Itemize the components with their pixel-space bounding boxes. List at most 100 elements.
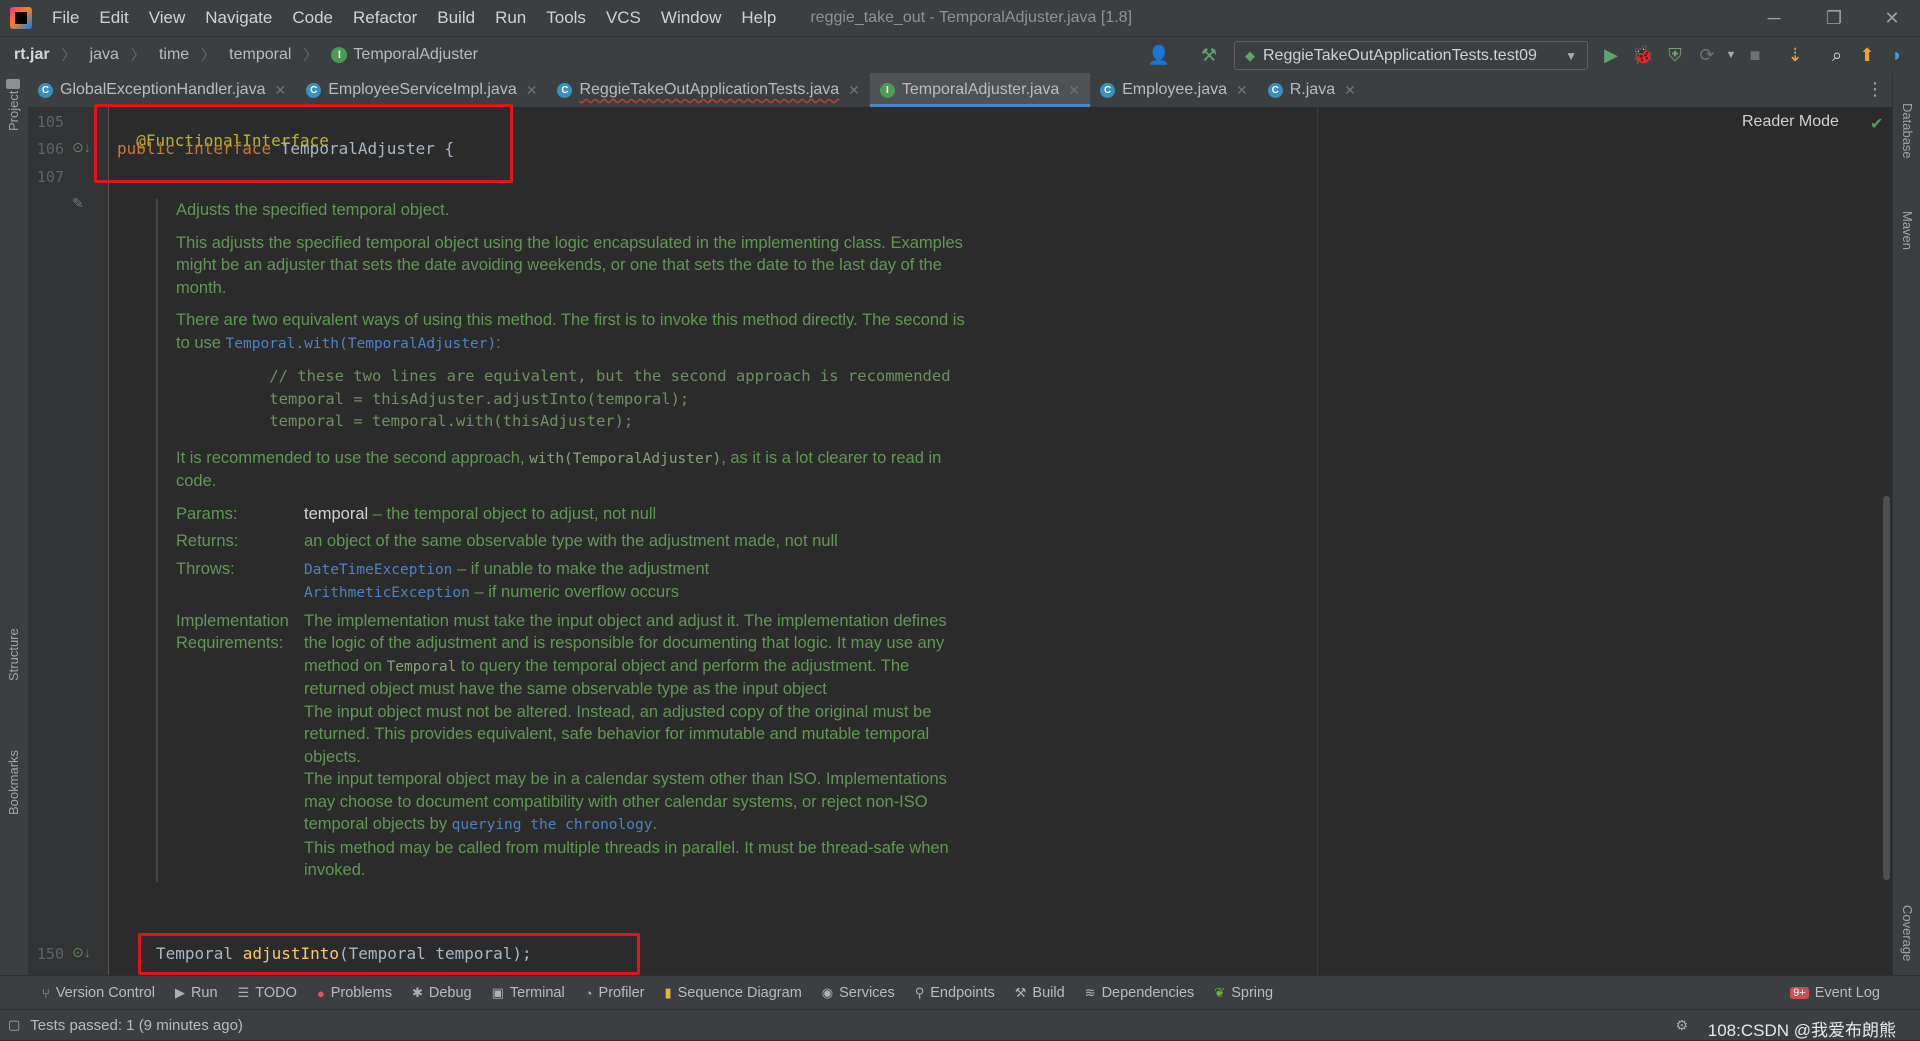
run-config-icon: ◆ xyxy=(1245,47,1255,63)
querying-chronology-link[interactable]: querying the chronology xyxy=(452,817,653,833)
menu-edit[interactable]: Edit xyxy=(99,8,128,28)
project-folder-icon[interactable] xyxy=(6,79,20,89)
class-icon: C xyxy=(38,82,53,98)
breadcrumb-separator-icon: 〉 xyxy=(303,47,318,63)
close-tab-icon[interactable]: ✕ xyxy=(1344,82,1356,99)
run-icon[interactable]: ▶ xyxy=(1600,45,1622,65)
project-tool-tab[interactable]: Project xyxy=(6,91,21,131)
more-run-options-icon[interactable]: ▼ xyxy=(1720,45,1742,65)
window-layout-icon[interactable]: ▢ xyxy=(8,1017,20,1033)
coverage-run-icon[interactable]: ⛨ xyxy=(1664,45,1686,65)
tool-debug[interactable]: ✱ Debug xyxy=(412,985,472,1001)
right-margin-guide xyxy=(1317,107,1318,975)
tool-sequence-diagram[interactable]: ▮ Sequence Diagram xyxy=(664,985,801,1001)
run-configuration-select[interactable]: ◆ ReggieTakeOutApplicationTests.test09 ▼ xyxy=(1234,41,1588,70)
run-icon: ▶ xyxy=(174,985,185,1000)
tool-problems[interactable]: ● Problems xyxy=(317,985,392,1001)
inspection-ok-icon[interactable]: ✔ xyxy=(1870,114,1883,134)
minimize-icon[interactable]: ─ xyxy=(1746,0,1802,36)
bookmarks-tool-tab[interactable]: Bookmarks xyxy=(6,750,21,815)
more-tabs-icon[interactable]: ⋮ xyxy=(1866,79,1884,100)
menu-refactor[interactable]: Refactor xyxy=(353,8,417,28)
profiler-run-icon[interactable]: ⟳ xyxy=(1696,45,1718,65)
breadcrumb-jar[interactable]: rt.jar xyxy=(14,46,50,64)
menu-navigate[interactable]: Navigate xyxy=(205,8,272,28)
menu-run[interactable]: Run xyxy=(495,8,526,28)
tool-run[interactable]: ▶ Run xyxy=(175,985,218,1001)
edit-pencil-icon[interactable]: ✎ xyxy=(72,195,84,212)
spring-leaf-icon: ❦ xyxy=(1214,985,1226,1000)
menu-tools[interactable]: Tools xyxy=(546,8,586,28)
editor-scrollbar[interactable] xyxy=(1883,496,1890,880)
menu-help[interactable]: Help xyxy=(741,8,776,28)
menu-view[interactable]: View xyxy=(149,8,186,28)
tab-employeeserviceimpl[interactable]: C EmployeeServiceImpl.java ✕ xyxy=(296,73,547,107)
bug-icon: ✱ xyxy=(411,985,423,1000)
tool-window-bar: ⑂ Version Control ▶ Run ☰ TODO ● Problems ✱ D… xyxy=(0,975,1920,1010)
tool-todo[interactable]: ☰ TODO xyxy=(238,985,297,1001)
tab-reggietakeoutapplicationtests[interactable]: C ReggieTakeOutApplicationTests.java ✕ xyxy=(547,73,869,107)
class-icon: C xyxy=(557,82,573,98)
search-icon[interactable]: ⌕ xyxy=(1826,45,1848,65)
event-log-button[interactable]: 9+ Event Log xyxy=(1790,985,1880,1001)
terminal-icon: ▣ xyxy=(491,985,504,1000)
structure-tool-tab[interactable]: Structure xyxy=(6,628,21,681)
close-tab-icon[interactable]: ✕ xyxy=(526,82,538,99)
tab-employee[interactable]: C Employee.java ✕ xyxy=(1090,73,1258,107)
tab-r[interactable]: C R.java ✕ xyxy=(1258,73,1366,107)
hammer-build-icon[interactable]: ⚒ xyxy=(1198,45,1220,65)
tab-temporaladjuster[interactable]: I TemporalAdjuster.java ✕ xyxy=(869,73,1091,107)
temporal-with-link[interactable]: Temporal.with(TemporalAdjuster) xyxy=(226,336,497,352)
update-available-icon[interactable]: ⬆ xyxy=(1856,45,1878,65)
breadcrumb-java[interactable]: java xyxy=(90,46,119,64)
tool-profiler[interactable]: ◔ Profiler xyxy=(585,985,645,1001)
close-tab-icon[interactable]: ✕ xyxy=(1068,82,1080,99)
close-tab-icon[interactable]: ✕ xyxy=(1236,82,1248,99)
right-tool-stripe: Database Maven Coverage xyxy=(1892,73,1920,975)
endpoints-icon: ⚲ xyxy=(914,985,925,1000)
arithmeticexception-link[interactable]: ArithmeticException xyxy=(304,585,470,601)
tool-spring[interactable]: ❦ Spring xyxy=(1214,985,1273,1001)
menu-build[interactable]: Build xyxy=(437,8,475,28)
tool-endpoints[interactable]: ⚲ Endpoints xyxy=(915,985,995,1001)
tool-dependencies[interactable]: ≋ Dependencies xyxy=(1085,985,1195,1001)
database-tool-tab[interactable]: Database xyxy=(1900,103,1915,159)
tool-terminal[interactable]: ▣ Terminal xyxy=(492,985,565,1001)
branch-icon: ⑂ xyxy=(42,985,50,1001)
stop-icon[interactable]: ■ xyxy=(1744,45,1766,65)
menu-file[interactable]: File xyxy=(52,8,79,28)
menu-vcs[interactable]: VCS xyxy=(606,8,641,28)
coverage-tool-tab[interactable]: Coverage xyxy=(1900,905,1915,961)
breadcrumb-temporaladjuster[interactable]: I TemporalAdjuster xyxy=(331,46,478,64)
menu-code[interactable]: Code xyxy=(292,8,333,28)
breadcrumb-separator-icon: 〉 xyxy=(130,47,145,63)
breadcrumb-temporal[interactable]: temporal xyxy=(229,46,291,64)
profiler-icon: ◔ xyxy=(584,985,593,1001)
maven-tool-tab[interactable]: Maven xyxy=(1900,211,1915,250)
breadcrumb-time[interactable]: time xyxy=(159,46,189,64)
memory-indicator-icon[interactable]: ⚙ xyxy=(1675,1017,1688,1034)
debug-icon[interactable]: 🐞 xyxy=(1632,45,1654,65)
tool-services[interactable]: ◉ Services xyxy=(822,985,895,1001)
plugin-logo-icon[interactable]: ◗ xyxy=(1886,45,1908,65)
menu-bar: File Edit View Navigate Code Refactor Bu… xyxy=(0,0,1920,36)
navigation-bar: rt.jar 〉 java 〉 time 〉 temporal 〉 I Temp… xyxy=(0,36,1920,74)
interface-icon: I xyxy=(879,82,895,98)
tab-globalexceptionhandler[interactable]: C GlobalExceptionHandler.java ✕ xyxy=(28,73,296,107)
user-icon[interactable]: 👤 xyxy=(1148,45,1170,65)
tool-version-control[interactable]: ⑂ Version Control xyxy=(42,985,155,1001)
implemented-marker-icon[interactable]: ⊙↓ xyxy=(72,139,91,156)
tool-build[interactable]: ⚒ Build xyxy=(1015,985,1065,1001)
vcs-update-icon[interactable]: ⇣ xyxy=(1784,45,1806,65)
implemented-marker-icon[interactable]: ⊙↓ xyxy=(72,944,91,961)
class-icon: C xyxy=(306,82,322,98)
close-tab-icon[interactable]: ✕ xyxy=(274,82,286,99)
reader-mode-toggle[interactable]: Reader Mode xyxy=(1742,113,1839,131)
menu-window[interactable]: Window xyxy=(661,8,721,28)
restore-icon[interactable]: ❐ xyxy=(1806,0,1862,36)
services-icon: ◉ xyxy=(821,985,834,1000)
datetimeexception-link[interactable]: DateTimeException xyxy=(304,562,452,578)
close-icon[interactable]: ✕ xyxy=(1864,0,1920,36)
close-tab-icon[interactable]: ✕ xyxy=(848,82,860,99)
breadcrumb-separator-icon: 〉 xyxy=(61,47,76,63)
